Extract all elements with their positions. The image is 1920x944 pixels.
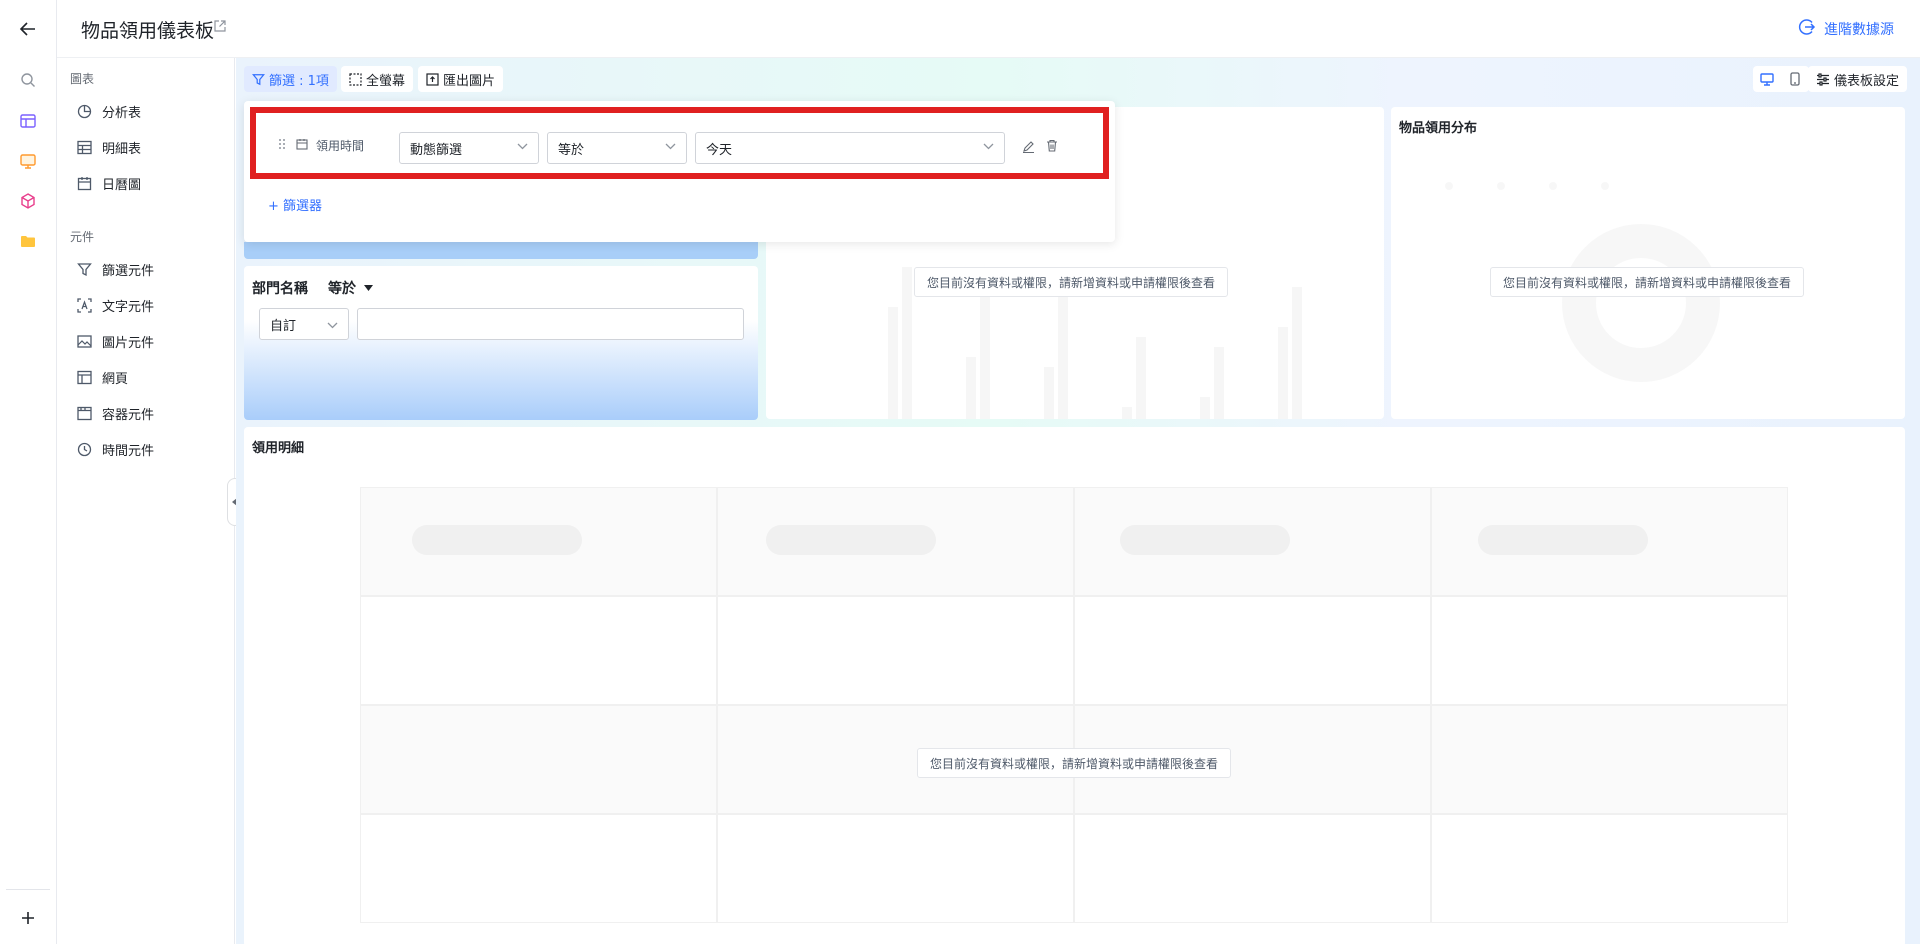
panel-item-text-component[interactable]: 文字元件: [77, 296, 154, 315]
dashboard-settings-label: 儀表板設定: [1833, 73, 1899, 89]
advanced-source-label: 進階數據源: [1824, 22, 1894, 38]
export-icon: [426, 72, 439, 86]
filter-count-label: 篩選 : 1項: [269, 73, 329, 89]
panel-item-filter-component[interactable]: 篩選元件: [77, 260, 154, 279]
webpage-icon: [77, 370, 92, 385]
box-icon[interactable]: [16, 189, 40, 213]
panel-item-pivot-table[interactable]: 分析表: [77, 102, 141, 121]
export-label: 匯出圖片: [443, 73, 496, 89]
panel-item-label: 網頁: [102, 372, 129, 387]
charts-section-title: 圖表: [70, 72, 95, 86]
department-mode-label: 自訂: [270, 318, 297, 334]
plus-icon[interactable]: [16, 906, 40, 930]
page-title: 物品領用儀表板: [81, 20, 215, 42]
table-skeleton: [360, 487, 1788, 944]
external-link-icon[interactable]: [214, 20, 226, 36]
component-panel: 圖表 分析表 明細表 日曆圖 元件 篩選元件 文字元件 圖片元件 網頁 容器元件…: [57, 58, 235, 944]
detail-table-title: 領用明細: [252, 441, 305, 456]
filter-count-button[interactable]: 篩選 : 1項: [244, 66, 337, 92]
panel-item-container-component[interactable]: 容器元件: [77, 404, 154, 423]
panel-item-calendar[interactable]: 日曆圖: [77, 174, 141, 193]
chevron-down-icon: [327, 322, 338, 329]
container-icon: [77, 406, 92, 421]
text-icon: [77, 298, 92, 313]
clock-icon: [77, 442, 92, 457]
icon-rail: [0, 0, 57, 944]
department-filter-card[interactable]: 部門名稱 等於 自訂: [244, 266, 758, 420]
top-header: 物品領用儀表板 進階數據源: [57, 0, 1920, 58]
rail-divider: [6, 889, 50, 890]
department-field-label: 部門名稱: [252, 281, 308, 297]
filter-card-strip: [244, 242, 758, 259]
panel-item-time-component[interactable]: 時間元件: [77, 440, 154, 459]
add-filter-button[interactable]: + 篩選器: [268, 195, 322, 214]
settings-sliders-icon: [1816, 72, 1829, 86]
panel-item-detail-table[interactable]: 明細表: [77, 138, 141, 157]
desktop-view-icon[interactable]: [1753, 66, 1781, 92]
calendar-icon: [77, 177, 92, 191]
filter-mode-select[interactable]: 動態篩選: [399, 132, 539, 164]
fullscreen-button[interactable]: 全螢幕: [341, 66, 414, 92]
table-icon[interactable]: [16, 109, 40, 133]
advanced-source-button[interactable]: 進階數據源: [1798, 18, 1894, 40]
delete-icon[interactable]: [1046, 139, 1058, 156]
pie-chart-icon: [77, 104, 92, 119]
grid-table-icon: [77, 140, 92, 155]
filter-mode-label: 動態篩選: [410, 142, 463, 158]
filter-row-highlighted: 領用時間 動態篩選 等於 今天: [250, 107, 1109, 179]
pie-chart-card[interactable]: 物品領用分布 您目前沒有資料或權限，請新增資料或申請權限後查看: [1391, 107, 1905, 419]
department-operator-label: 等於: [328, 281, 356, 297]
panel-item-image-component[interactable]: 圖片元件: [77, 332, 154, 351]
dashboard-settings-button[interactable]: 儀表板設定: [1807, 66, 1907, 92]
drag-handle-icon[interactable]: [278, 138, 286, 154]
department-value-input[interactable]: [357, 308, 744, 340]
edit-icon[interactable]: [1022, 140, 1035, 157]
folder-icon[interactable]: [16, 229, 40, 253]
department-mode-select[interactable]: 自訂: [259, 308, 349, 340]
panel-item-label: 篩選元件: [102, 264, 155, 279]
panel-item-label: 容器元件: [102, 408, 155, 423]
canvas-toolbar: 篩選 : 1項 全螢幕 匯出圖片 儀表板設定: [236, 58, 1920, 100]
chevron-down-icon: [517, 143, 528, 150]
view-toggle: [1753, 66, 1809, 92]
date-field-icon: [296, 138, 308, 154]
detail-table-empty-tip: 您目前沒有資料或權限，請新增資料或申請權限後查看: [917, 748, 1232, 778]
pie-chart-empty-tip: 您目前沒有資料或權限，請新增資料或申請權限後查看: [1490, 267, 1805, 297]
image-icon: [77, 335, 92, 348]
panel-item-label: 文字元件: [102, 300, 155, 315]
components-section-title: 元件: [70, 230, 95, 244]
department-operator-dropdown[interactable]: 等於: [328, 278, 373, 298]
filter-icon: [77, 263, 92, 277]
filter-operator-label: 等於: [558, 142, 585, 158]
search-icon[interactable]: [16, 68, 40, 92]
caret-down-icon: [364, 285, 373, 291]
filter-popup: 領用時間 動態篩選 等於 今天 + 篩選器: [244, 101, 1115, 242]
bar-chart-empty-tip: 您目前沒有資料或權限，請新增資料或申請權限後查看: [914, 267, 1229, 297]
filter-icon: [252, 73, 265, 85]
fullscreen-icon: [349, 72, 362, 86]
mobile-view-icon[interactable]: [1781, 66, 1809, 92]
data-source-icon: [1798, 18, 1816, 40]
back-arrow-icon[interactable]: [16, 17, 40, 41]
chevron-down-icon: [983, 143, 994, 150]
panel-item-label: 圖片元件: [102, 336, 155, 351]
panel-item-label: 時間元件: [102, 444, 155, 459]
panel-item-webpage[interactable]: 網頁: [77, 368, 128, 387]
filter-value-select[interactable]: 今天: [695, 132, 1005, 164]
dashboard-icon[interactable]: [16, 149, 40, 173]
panel-item-label: 分析表: [102, 106, 142, 121]
donut-placeholder: [1445, 182, 1720, 382]
filter-operator-select[interactable]: 等於: [547, 132, 687, 164]
panel-item-label: 明細表: [102, 142, 142, 157]
export-image-button[interactable]: 匯出圖片: [418, 66, 504, 92]
filter-field-name: 領用時間: [316, 139, 365, 153]
panel-item-label: 日曆圖: [102, 178, 142, 193]
chevron-down-icon: [665, 143, 676, 150]
filter-value-label: 今天: [706, 142, 733, 158]
fullscreen-label: 全螢幕: [366, 73, 406, 89]
